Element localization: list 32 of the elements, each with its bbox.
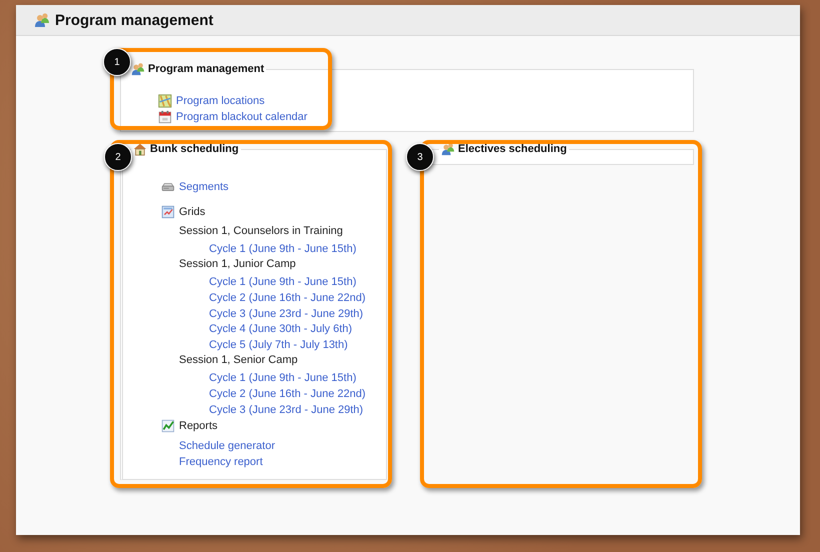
link[interactable]: Segments: [179, 181, 229, 193]
section-heading: Grids: [179, 206, 206, 218]
calendar-icon: [158, 110, 172, 124]
group-label: Session 1, Junior Camp: [179, 258, 296, 270]
group-label: Session 1, Counselors in Training: [179, 224, 343, 236]
link[interactable]: Cycle 1 (June 9th - June 15th): [209, 276, 356, 288]
section-title: Program management: [148, 63, 264, 75]
link[interactable]: Program blackout calendar: [176, 111, 308, 123]
group-label: Session 1, Senior Camp: [179, 354, 298, 366]
link[interactable]: Schedule generator: [179, 440, 276, 452]
link[interactable]: Program locations: [176, 95, 265, 107]
link[interactable]: Cycle 2 (June 16th - June 22nd): [209, 292, 366, 304]
drive-icon: [161, 180, 175, 194]
map-icon: [158, 94, 172, 108]
grid-icon: [161, 205, 175, 219]
link[interactable]: Cycle 4 (June 30th - July 6th): [209, 323, 352, 336]
link[interactable]: Frequency report: [179, 456, 263, 468]
link[interactable]: Cycle 2 (June 16th - June 22nd): [209, 388, 366, 400]
link[interactable]: Cycle 3 (June 23rd - June 29th): [209, 308, 364, 320]
link[interactable]: Cycle 1 (June 9th - June 15th): [209, 242, 356, 255]
section-title: Electives scheduling: [458, 143, 567, 155]
section-heading: Reports: [179, 420, 218, 432]
section-title: Bunk scheduling: [150, 143, 239, 155]
chart-icon: [161, 419, 175, 434]
people-icon: [441, 142, 455, 156]
link[interactable]: Cycle 5 (July 7th - July 13th): [209, 338, 348, 351]
link[interactable]: Cycle 3 (June 23rd - June 29th): [209, 404, 364, 416]
page-title: Program management: [55, 12, 214, 28]
link[interactable]: Cycle 1 (June 9th - June 15th): [209, 372, 356, 384]
house-icon: [133, 142, 147, 156]
people-icon: [131, 62, 145, 76]
people-icon: [34, 12, 50, 28]
